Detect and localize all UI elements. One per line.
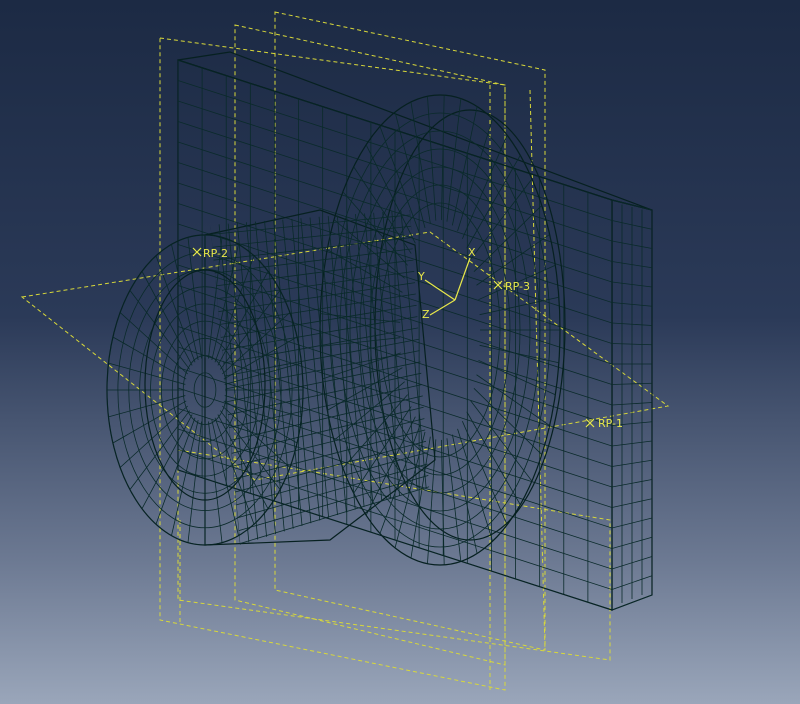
reference-point-rp2[interactable]: RP-2 [192,247,228,260]
triad-y-label: Y [417,270,425,283]
model-viewport[interactable]: RP-2 RP-3 RP-1 X Y Z [0,0,800,704]
triad-z-label: Z [422,308,430,321]
rp1-label: RP-1 [598,417,623,430]
mesh-scene[interactable]: RP-2 RP-3 RP-1 X Y Z [0,0,800,704]
rp2-label: RP-2 [203,247,228,260]
rp3-label: RP-3 [505,280,530,293]
triad-x-label: X [468,246,476,259]
reference-point-rp3[interactable]: RP-3 [493,280,530,293]
